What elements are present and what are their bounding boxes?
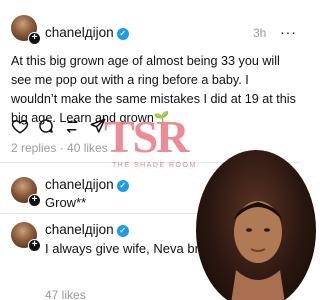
tsr-logo: TSR	[104, 111, 189, 162]
avatar[interactable]: +	[11, 15, 41, 45]
post-time: 3h	[253, 26, 267, 40]
username-text: chanelдijon	[45, 222, 114, 237]
reply-text: Grow**	[45, 195, 87, 210]
verified-icon: ✓	[116, 28, 129, 40]
reply-meta[interactable]: 47 likes	[45, 288, 86, 300]
avatar[interactable]: +	[11, 222, 41, 252]
avatar[interactable]: +	[11, 177, 41, 207]
heart-icon[interactable]	[11, 117, 29, 135]
repost-icon[interactable]	[63, 117, 81, 135]
verified-icon: ✓	[116, 225, 129, 237]
profile-photo-overlay	[196, 150, 316, 300]
verified-icon: ✓	[116, 180, 129, 192]
more-icon[interactable]: ···	[280, 24, 297, 40]
tsr-subtitle: THE SHADE ROOM	[112, 162, 197, 169]
tsr-watermark: TSR THE SHADE ROOM	[104, 110, 204, 180]
post-meta[interactable]: 2 replies · 40 likes	[11, 141, 108, 155]
reply-text: I always give wife, Neva bm	[45, 241, 206, 256]
follow-plus-icon[interactable]: +	[28, 239, 41, 252]
follow-plus-icon[interactable]: +	[28, 32, 41, 45]
username-text: chanelдijon	[45, 25, 114, 40]
reply-username[interactable]: chanelдijon ✓	[45, 222, 129, 237]
comment-icon[interactable]	[37, 117, 55, 135]
post-username[interactable]: chanelдijon ✓	[45, 25, 129, 40]
follow-plus-icon[interactable]: +	[28, 194, 41, 207]
